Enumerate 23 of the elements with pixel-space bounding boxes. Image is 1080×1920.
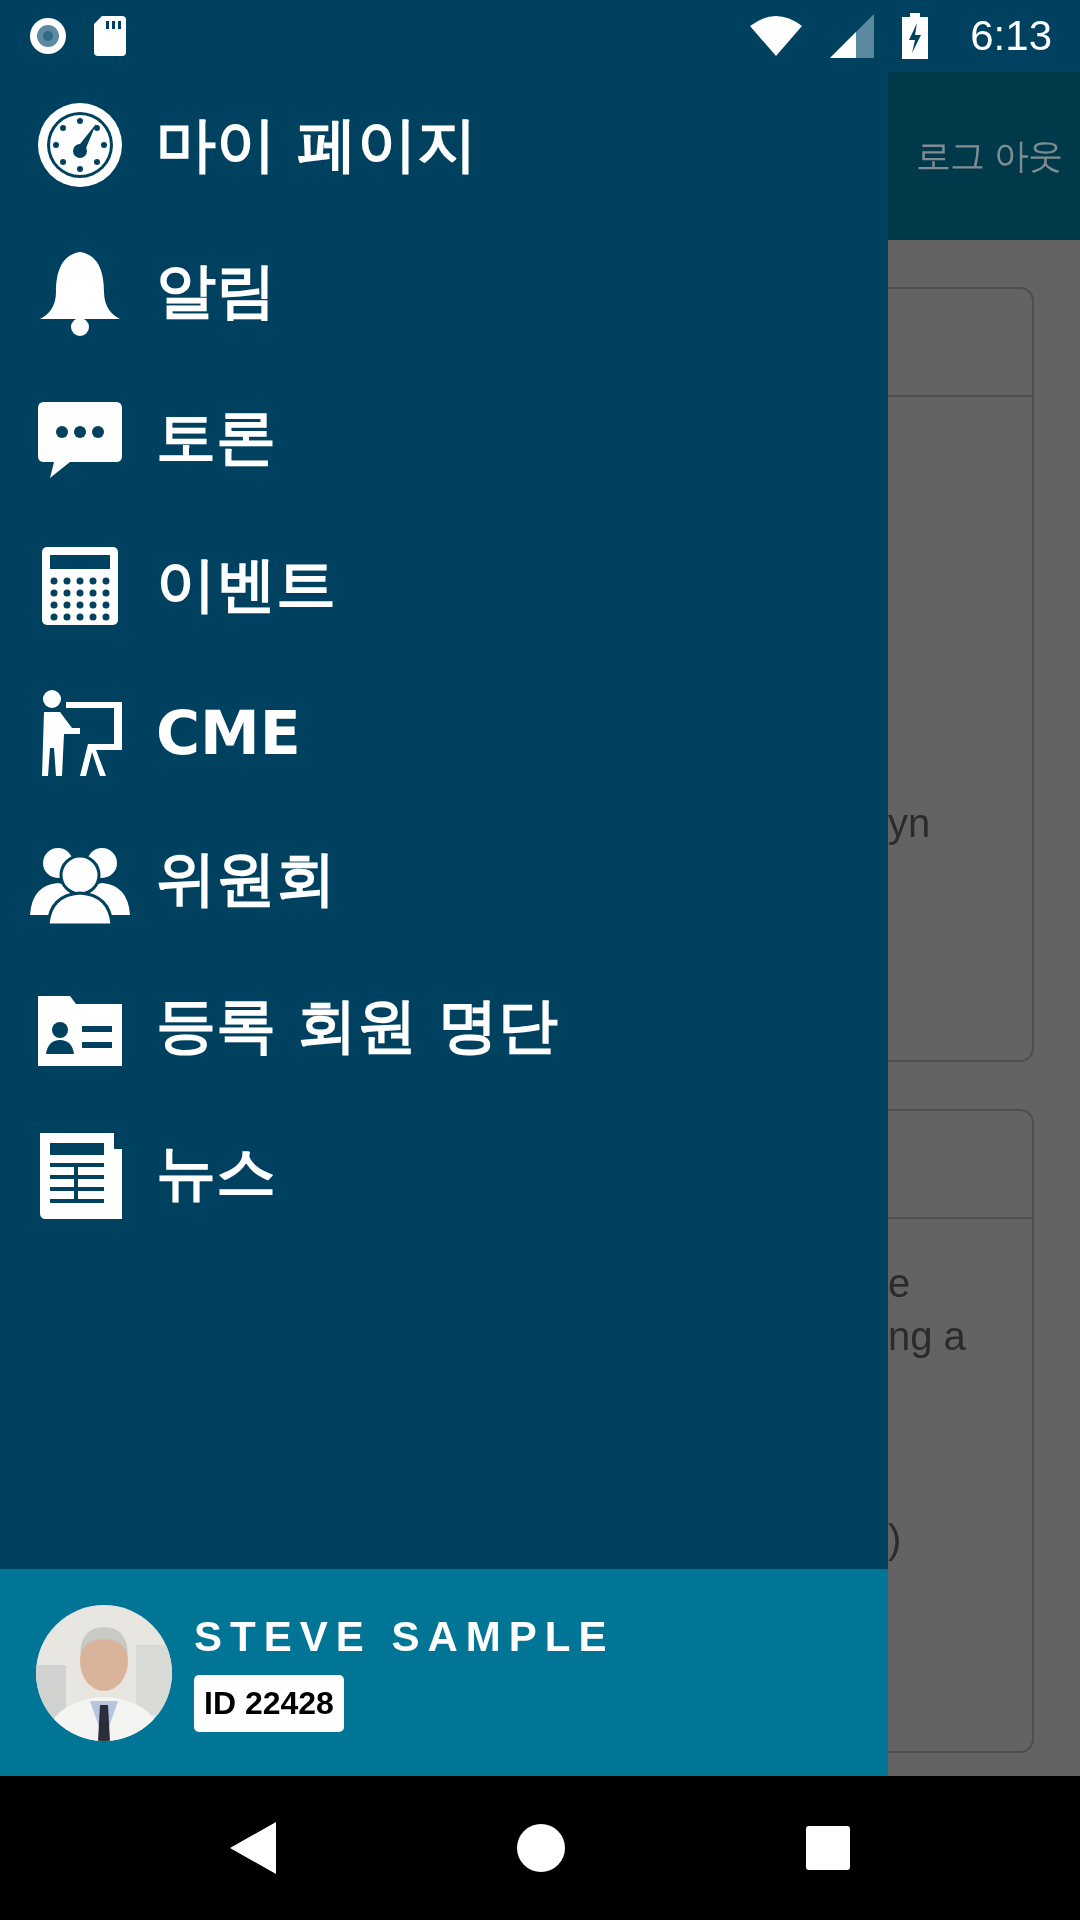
menu-item[interactable]: 등록 회원 명단 [156, 986, 558, 1067]
battery-charging-icon [902, 13, 929, 59]
menu-item[interactable]: 알림 [156, 251, 276, 332]
menu-item[interactable]: CME [156, 697, 301, 768]
card-text: e [888, 1260, 912, 1307]
profile-name: STEVE SAMPLE [194, 1613, 615, 1661]
record-icon [30, 18, 66, 54]
menu-item[interactable]: 위원회 [156, 839, 336, 920]
signal-icon [830, 14, 875, 58]
status-time: 6:13 [970, 12, 1052, 60]
menu-item[interactable]: 이벤트 [156, 545, 336, 626]
card-text: ) [888, 1516, 903, 1563]
member-id-badge: ID 22428 [194, 1675, 344, 1732]
card-text: yn [888, 800, 932, 847]
back-icon[interactable] [230, 1822, 277, 1874]
recents-icon[interactable] [805, 1826, 850, 1870]
sd-card-icon [94, 16, 126, 56]
menu-item[interactable]: 토론 [156, 398, 276, 479]
home-icon[interactable] [517, 1824, 565, 1872]
card-text: ng a [888, 1313, 967, 1360]
wifi-icon [750, 16, 803, 56]
menu-item[interactable]: 뉴스 [156, 1133, 276, 1214]
menu-item[interactable]: 마이 페이지 [156, 104, 477, 186]
